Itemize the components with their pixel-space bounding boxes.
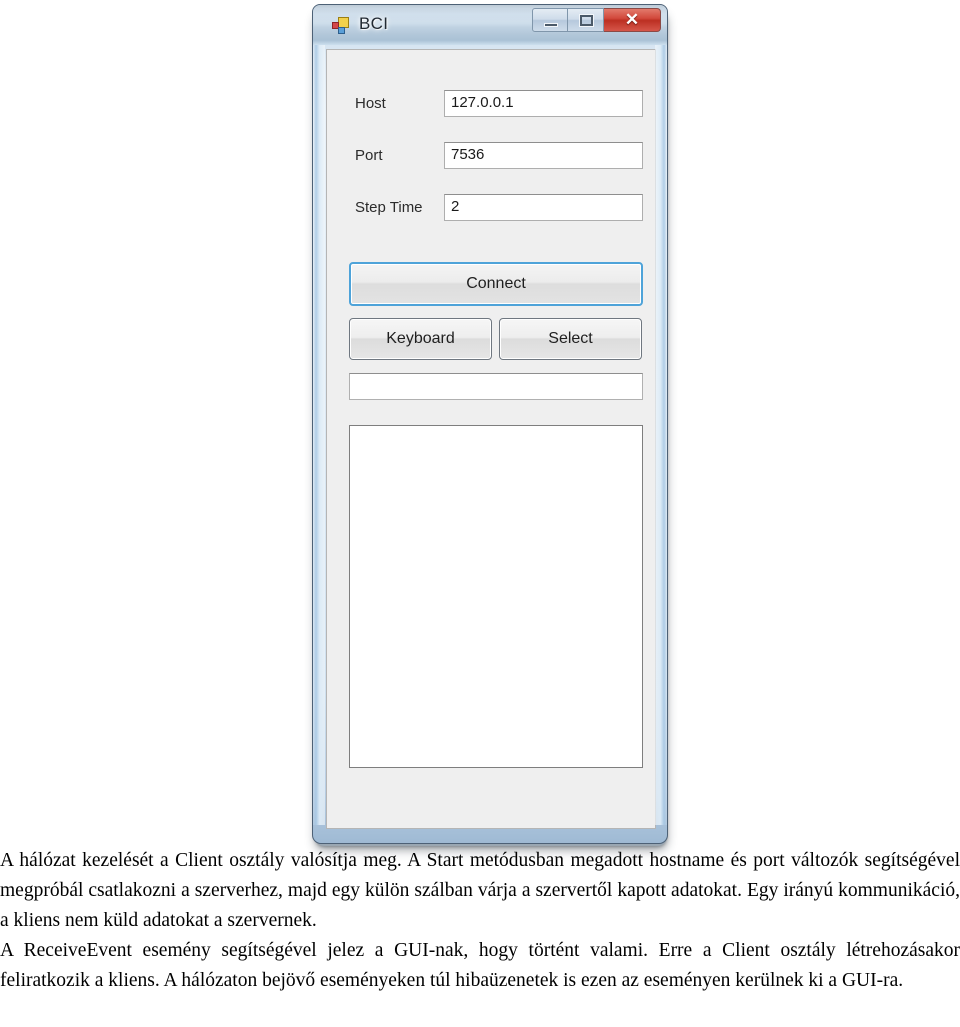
document-body-text: A hálózat kezelését a Client osztály val… — [0, 846, 960, 996]
bci-application-window: BCI ✕ Host 127.0.0.1 Port 7536 Step Time… — [309, 2, 673, 847]
minimize-icon — [544, 23, 558, 27]
host-label: Host — [355, 95, 386, 112]
icon-square-blue — [338, 27, 345, 34]
step-time-input[interactable]: 2 — [444, 194, 643, 221]
document-paragraph-2: A ReceiveEvent esemény segítségével jele… — [0, 940, 960, 991]
port-input-value: 7536 — [451, 146, 485, 163]
close-icon: ✕ — [624, 10, 640, 29]
select-button[interactable]: Select — [499, 318, 642, 360]
window-client-area: Host 127.0.0.1 Port 7536 Step Time 2 Con… — [326, 49, 656, 829]
window-aero-frame: BCI ✕ Host 127.0.0.1 Port 7536 Step Time… — [312, 4, 668, 844]
close-button[interactable]: ✕ — [604, 8, 661, 32]
document-paragraph-1: A hálózat kezelését a Client osztály val… — [0, 850, 960, 931]
window-title: BCI — [359, 14, 389, 33]
window-controls: ✕ — [532, 8, 661, 32]
keyboard-button[interactable]: Keyboard — [349, 318, 492, 360]
step-time-label: Step Time — [355, 199, 423, 216]
title-bar[interactable]: BCI ✕ — [313, 5, 667, 45]
port-label: Port — [355, 147, 383, 164]
host-input-value: 127.0.0.1 — [451, 94, 514, 111]
step-time-input-value: 2 — [451, 198, 460, 215]
form-row-host: Host 127.0.0.1 — [327, 90, 655, 118]
form-row-port: Port 7536 — [327, 142, 655, 170]
port-input[interactable]: 7536 — [444, 142, 643, 169]
log-listbox[interactable] — [349, 425, 643, 768]
dotnet-app-icon — [332, 17, 349, 34]
connect-button[interactable]: Connect — [349, 262, 643, 306]
host-input[interactable]: 127.0.0.1 — [444, 90, 643, 117]
maximize-icon — [580, 15, 593, 26]
form-row-step-time: Step Time 2 — [327, 194, 655, 222]
minimize-button[interactable] — [532, 8, 568, 32]
maximize-button[interactable] — [568, 8, 604, 32]
status-input[interactable] — [349, 373, 643, 400]
